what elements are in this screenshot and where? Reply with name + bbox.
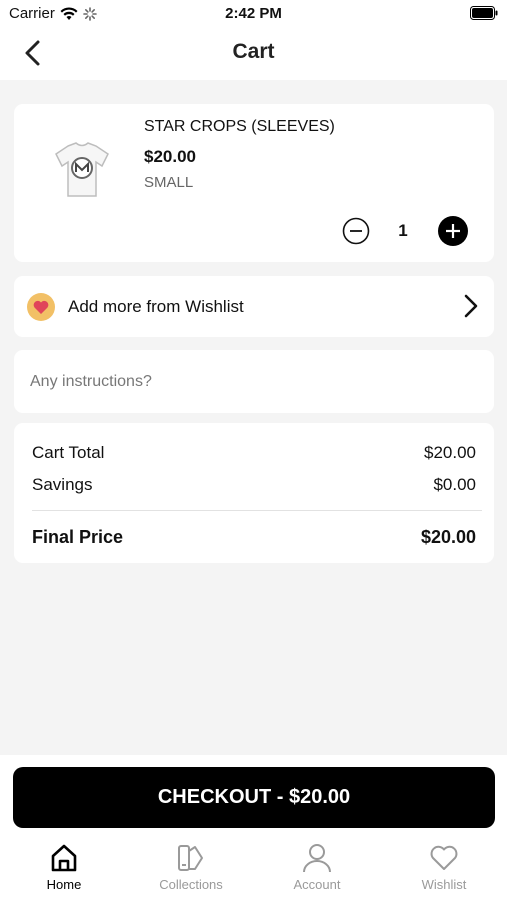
product-name: STAR CROPS (SLEEVES) bbox=[144, 118, 335, 135]
product-price: $20.00 bbox=[144, 147, 196, 166]
status-bar: Carrier 2:42 PM bbox=[0, 0, 507, 28]
home-icon bbox=[51, 844, 77, 872]
tab-account[interactable]: Account bbox=[267, 842, 367, 900]
cart-total-label: Cart Total bbox=[32, 443, 105, 462]
checkout-button[interactable]: CHECKOUT - $20.00 bbox=[13, 767, 495, 828]
tab-collections[interactable]: Collections bbox=[141, 842, 241, 900]
tab-home[interactable]: Home bbox=[14, 842, 114, 900]
final-price-label: Final Price bbox=[32, 527, 124, 547]
battery-icon bbox=[470, 6, 498, 20]
cart-item-card: STAR CROPS (SLEEVES) $20.00 SMALL 1 bbox=[14, 104, 494, 262]
page-title: Cart bbox=[232, 40, 275, 63]
final-price-value: $20.00 bbox=[420, 527, 476, 547]
navigation-bar: Cart bbox=[0, 28, 507, 80]
chevron-right-icon bbox=[464, 294, 478, 318]
instructions-card bbox=[14, 350, 494, 413]
account-icon bbox=[303, 844, 331, 873]
wishlist-row-label: Add more from Wishlist bbox=[68, 297, 244, 316]
instructions-input[interactable] bbox=[30, 368, 470, 396]
cart-total-value: $20.00 bbox=[424, 443, 476, 462]
wishlist-heart-icon bbox=[27, 293, 55, 321]
final-price-row: Final Price $20.00 bbox=[32, 527, 476, 548]
price-summary-card: Cart Total $20.00 Savings $0.00 Final Pr… bbox=[14, 423, 494, 563]
cart-total-row: Cart Total $20.00 bbox=[32, 443, 476, 463]
product-thumbnail[interactable] bbox=[52, 140, 112, 204]
tab-home-label: Home bbox=[46, 877, 82, 892]
savings-label: Savings bbox=[32, 475, 93, 494]
increase-quantity-icon[interactable] bbox=[437, 215, 469, 247]
tab-wishlist-label: Wishlist bbox=[421, 877, 467, 892]
add-from-wishlist-row[interactable]: Add more from Wishlist bbox=[14, 276, 494, 337]
tab-collections-label: Collections bbox=[159, 877, 223, 892]
quantity-value: 1 bbox=[398, 221, 408, 240]
summary-divider bbox=[32, 510, 482, 511]
product-size: SMALL bbox=[144, 174, 194, 191]
status-time: 2:42 PM bbox=[225, 5, 282, 22]
savings-value: $0.00 bbox=[433, 475, 476, 494]
savings-row: Savings $0.00 bbox=[32, 475, 476, 495]
heart-icon bbox=[430, 845, 458, 870]
tab-wishlist[interactable]: Wishlist bbox=[394, 842, 494, 900]
tab-account-label: Account bbox=[293, 877, 341, 892]
collections-icon bbox=[178, 845, 203, 871]
decrease-quantity-icon[interactable] bbox=[342, 217, 370, 245]
